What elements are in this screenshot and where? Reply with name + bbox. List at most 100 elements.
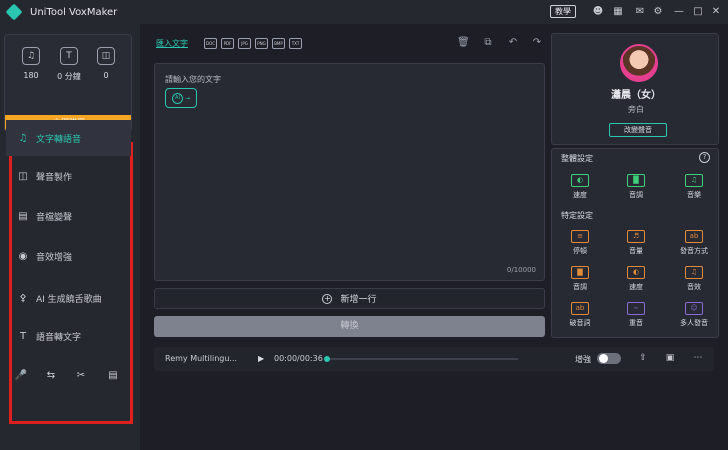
enhance-label: 增強 — [575, 355, 591, 364]
voice-name: 瀟晨（女） — [611, 90, 661, 101]
stat-minutes-value: 0 分鐘 — [57, 72, 81, 81]
convert-button[interactable]: 轉換 — [154, 316, 545, 337]
plus-icon: + — [322, 293, 333, 304]
minutes-icon: T — [60, 47, 78, 65]
pause-icon: ≡ — [571, 230, 589, 243]
ai-arrow-icon: → — [184, 94, 191, 102]
stat-voices: ◫ 0 — [88, 47, 124, 80]
title-bar: UniTool VoxMaker 教學 ☻ ▦ ✉ ⚙ — □ ✕ — [0, 0, 728, 24]
progress-knob[interactable] — [324, 356, 330, 362]
doc-format-icon[interactable]: DOC — [204, 38, 217, 49]
stat-voices-value: 0 — [103, 71, 109, 80]
import-text-link[interactable]: 匯入文字 — [156, 38, 188, 49]
redo-icon[interactable]: ↷ — [531, 37, 543, 48]
nav-item-enhance[interactable]: ◉ 音效增強 — [6, 238, 131, 274]
user-icon[interactable]: ☻ — [592, 6, 604, 18]
stress-icon: ∼ — [627, 302, 645, 315]
global-speed-option[interactable]: ◐ 速度 — [560, 174, 600, 200]
enhance-icon: ◉ — [18, 250, 28, 262]
option-label: 發音方式 — [680, 247, 708, 255]
close-icon[interactable]: ✕ — [710, 6, 722, 18]
save-icon[interactable]: ▣ — [664, 353, 676, 363]
mail-icon[interactable]: ✉ — [634, 6, 646, 18]
nav-item-text-to-speech[interactable]: ♫ 文字轉語音 — [6, 120, 131, 156]
speed-option[interactable]: ◐ 速度 — [616, 266, 656, 292]
cut-icon[interactable]: ✂ — [74, 370, 88, 381]
option-label: 音樂 — [687, 191, 701, 199]
nav-item-voice-make[interactable]: ◫ 聲音製作 — [6, 158, 131, 194]
app-window: UniTool VoxMaker 教學 ☻ ▦ ✉ ⚙ — □ ✕ ♫ 180 … — [0, 0, 728, 450]
png-format-icon[interactable]: PNG — [255, 38, 268, 49]
ai-icon: AI — [171, 92, 183, 104]
tts-icon: ♫ — [18, 132, 28, 144]
polyphone-option[interactable]: ab 破音詞 — [560, 302, 600, 328]
tutorial-button[interactable]: 教學 — [550, 5, 576, 18]
loop-icon[interactable]: ⇆ — [44, 370, 58, 381]
nav-item-label: 語音轉文字 — [36, 332, 82, 343]
jpg-format-icon[interactable]: JPG — [238, 38, 251, 49]
minimize-icon[interactable]: — — [673, 6, 685, 18]
nav-item-speech-to-text[interactable]: T 語音轉文字 — [6, 318, 131, 354]
voice-card: 瀟晨（女） 旁白 改變聲音 — [551, 33, 719, 145]
help-icon[interactable]: ? — [699, 152, 710, 163]
txt-format-icon[interactable]: TXT — [289, 38, 302, 49]
option-label: 音效 — [687, 283, 701, 291]
app-logo-icon — [5, 3, 23, 21]
stress-option[interactable]: ∼ 重音 — [616, 302, 656, 328]
left-sidebar: ♫ 180 T 0 分鐘 ◫ 0 立即購買 ♫ 文字轉語音 ◫ 聲音製作 ▤ 音… — [0, 24, 140, 450]
volume-option[interactable]: ♬ 音量 — [616, 230, 656, 256]
speed-bars-icon: ◐ — [627, 266, 645, 279]
app-title: UniTool VoxMaker — [30, 6, 118, 18]
global-pitch-option[interactable]: █ 音調 — [616, 174, 656, 200]
voice-role: 旁白 — [628, 105, 644, 114]
option-label: 速度 — [629, 283, 643, 291]
pitch-option[interactable]: ▇ 音調 — [560, 266, 600, 292]
copy-icon[interactable]: ⧉ — [482, 37, 494, 48]
voice-change-icon: ▤ — [18, 210, 28, 222]
option-label: 破音詞 — [569, 319, 591, 327]
export-icon[interactable]: ⇧ — [637, 353, 649, 363]
add-line-button[interactable]: + 新增一行 — [154, 288, 545, 309]
nav-item-label: 聲音製作 — [36, 172, 73, 183]
bmp-format-icon[interactable]: BMP — [272, 38, 285, 49]
maximize-icon[interactable]: □ — [692, 6, 704, 18]
global-music-option[interactable]: ♫ 音樂 — [674, 174, 714, 200]
enhance-toggle[interactable] — [597, 353, 621, 364]
pause-option[interactable]: ≡ 停頓 — [560, 230, 600, 256]
pdf-format-icon[interactable]: PDF — [221, 38, 234, 49]
play-icon[interactable]: ▶ — [258, 354, 264, 363]
nav-item-voice-change[interactable]: ▤ 音檔變聲 — [6, 198, 131, 234]
music-icon: ♫ — [685, 174, 703, 187]
settings-icon[interactable]: ⚙ — [652, 6, 664, 18]
delete-icon[interactable]: 🗑 — [457, 37, 470, 48]
stat-characters: ♫ 180 — [13, 47, 49, 80]
voices-icon: ◫ — [97, 47, 115, 65]
toolbox-icon[interactable]: ▤ — [106, 370, 120, 381]
progress-track[interactable] — [325, 358, 518, 360]
pronunciation-option[interactable]: ab 發音方式 — [674, 230, 714, 256]
volume-icon: ♬ — [627, 230, 645, 243]
pronunciation-icon: ab — [685, 230, 703, 243]
multi-speaker-option[interactable]: ☺ 多人發音 — [674, 302, 714, 328]
ai-assist-button[interactable]: AI → — [165, 88, 197, 108]
character-counter: 0/10000 — [506, 266, 536, 274]
more-icon[interactable]: ⋯ — [692, 353, 704, 363]
sound-effect-icon: ♫ — [685, 266, 703, 279]
stt-icon: T — [19, 330, 27, 342]
add-line-label: 新增一行 — [340, 295, 377, 305]
option-label: 速度 — [573, 191, 587, 199]
usage-stats-card: ♫ 180 T 0 分鐘 ◫ 0 立即購買 — [4, 34, 132, 132]
sound-effect-option[interactable]: ♫ 音效 — [674, 266, 714, 292]
mic-icon[interactable]: 🎤 — [14, 370, 28, 381]
nav-item-ai-rap[interactable]: ⚴ AI 生成饒舌歌曲 — [6, 280, 131, 316]
player-voice-name: Remy Multilingu... — [165, 354, 238, 363]
change-voice-button[interactable]: 改變聲音 — [609, 123, 667, 137]
option-label: 音調 — [629, 191, 643, 199]
gamepad-icon[interactable]: ▦ — [612, 6, 624, 18]
nav-item-label: 音檔變聲 — [36, 212, 73, 223]
stat-characters-value: 180 — [23, 71, 39, 80]
global-settings-title: 整體設定 — [561, 154, 593, 163]
text-editor[interactable]: 請輸入您的文字 AI → 0/10000 — [154, 63, 545, 281]
undo-icon[interactable]: ↶ — [507, 37, 519, 48]
pitch-icon: █ — [627, 174, 645, 187]
